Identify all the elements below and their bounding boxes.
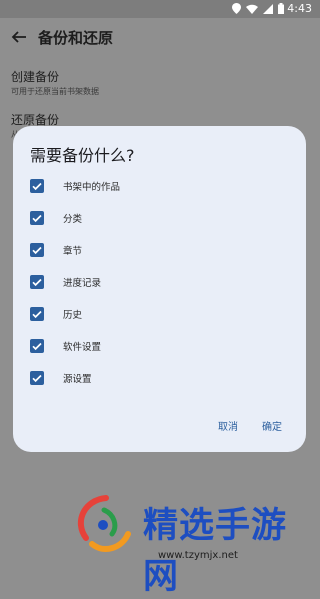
option-label: 软件设置 [63, 342, 102, 353]
option-chapters[interactable]: 章节 [30, 236, 290, 264]
option-categories[interactable]: 分类 [30, 204, 290, 232]
option-source-settings[interactable]: 源设置 [30, 364, 290, 392]
option-label: 章节 [63, 246, 83, 257]
back-arrow-icon[interactable] [10, 28, 28, 46]
checkbox-checked-icon[interactable] [30, 371, 44, 385]
create-backup-title: 创建备份 [11, 70, 60, 84]
checkbox-checked-icon[interactable] [30, 211, 44, 225]
create-backup-item[interactable]: 创建备份 可用于还原当前书架数据 [11, 68, 99, 97]
battery-icon [278, 3, 284, 14]
confirm-button[interactable]: 确定 [262, 418, 282, 433]
watermark-logo-icon [77, 495, 131, 552]
create-backup-subtitle: 可用于还原当前书架数据 [11, 87, 99, 96]
status-time: 4:43 [287, 2, 312, 15]
page-title: 备份和还原 [38, 29, 114, 47]
option-progress[interactable]: 进度记录 [30, 268, 290, 296]
option-history[interactable]: 历史 [30, 300, 290, 328]
checkbox-checked-icon[interactable] [30, 243, 44, 257]
cancel-button[interactable]: 取消 [218, 418, 238, 433]
checkbox-checked-icon[interactable] [30, 179, 44, 193]
checkbox-checked-icon[interactable] [30, 339, 44, 353]
status-bar: 4:43 [0, 0, 320, 18]
wifi-icon [246, 4, 258, 14]
option-label: 书架中的作品 [63, 182, 121, 193]
option-label: 历史 [63, 310, 83, 321]
option-label: 分类 [63, 214, 83, 225]
checkbox-checked-icon[interactable] [30, 307, 44, 321]
option-label: 进度记录 [63, 278, 102, 289]
backup-options-dialog: 需要备份什么? 书架中的作品 分类 章节 进度记录 历史 软件设置 源设置 取消… [13, 126, 306, 452]
signal-icon [263, 3, 273, 14]
watermark-url: www.tzymjx.net [158, 550, 238, 561]
option-app-settings[interactable]: 软件设置 [30, 332, 290, 360]
app-bar: 备份和还原 [0, 18, 320, 58]
dialog-title: 需要备份什么? [30, 146, 135, 165]
location-icon [232, 3, 241, 14]
watermark-banner: 精选手游网 www.tzymjx.net [0, 478, 320, 597]
checkbox-checked-icon[interactable] [30, 275, 44, 289]
option-label: 源设置 [63, 374, 92, 385]
watermark-text: 精选手游网 [143, 506, 288, 597]
option-bookshelf-works[interactable]: 书架中的作品 [30, 172, 290, 200]
